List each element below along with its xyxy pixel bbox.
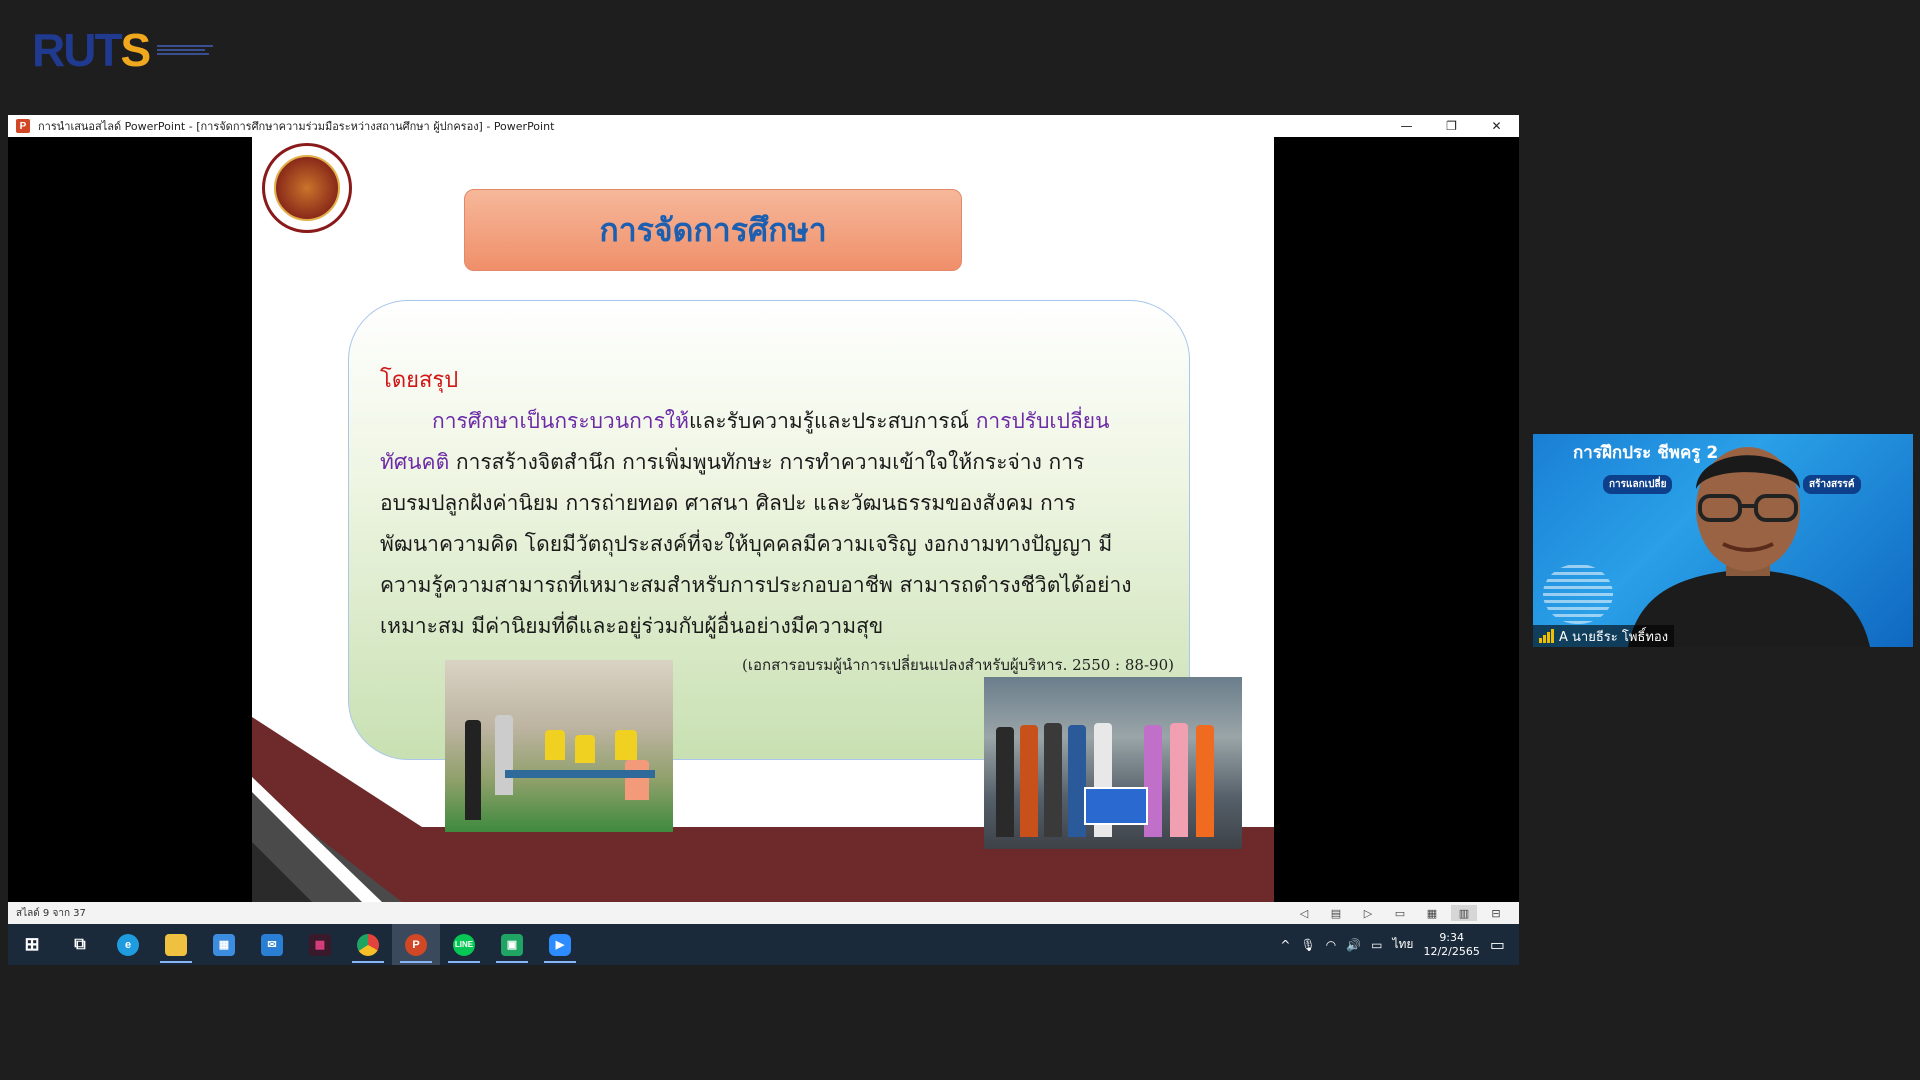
slide-title-box: การจัดการศึกษา [464, 189, 962, 271]
paragraph-line: ทัศนคติ การสร้างจิตสำนึก การเพิ่มพูนทักษ… [380, 442, 1180, 483]
workshop-group-photo [984, 677, 1242, 849]
normal-view-icon[interactable]: ▭ [1387, 905, 1413, 921]
restore-button[interactable]: ❐ [1429, 115, 1474, 137]
paragraph-line: เหมาะสม มีค่านิยมที่ดีและอยู่ร่วมกับผู้อ… [380, 614, 884, 638]
paragraph-line: ความรู้ความสามารถที่เหมาะสมสำหรับการประก… [380, 573, 1132, 597]
green-app-icon: ▣ [501, 933, 523, 956]
notes-icon[interactable]: ▤ [1323, 905, 1349, 921]
mail-icon: ✉ [261, 933, 283, 956]
signal-strength-icon [1539, 629, 1554, 643]
line-text: การสร้างจิตสำนึก การเพิ่มพูนทักษะ การทำค… [449, 450, 1085, 474]
powerpoint-icon: P [405, 933, 427, 956]
folder-icon [165, 933, 187, 956]
paragraph-line: อบรมปลูกฝังค่านิยม การถ่ายทอด ศาสนา ศิลป… [380, 491, 1076, 515]
slide-title: การจัดการศึกษา [599, 210, 827, 249]
media-app-button[interactable]: ▩ [296, 924, 344, 965]
microphone-icon[interactable]: 🎙 [1300, 938, 1315, 952]
participant-figure [1628, 447, 1870, 647]
college-seal-logo [262, 143, 352, 233]
summary-paragraph: การศึกษาเป็นกระบวนการให้และรับความรู้และ… [380, 401, 1180, 647]
presentation-slide[interactable]: การจัดการศึกษา โดยสรุป การศึกษาเป็นกระบว… [252, 137, 1274, 902]
logo-wordmark: RUTS [32, 24, 152, 76]
rutts-logo: RUTS [32, 24, 217, 76]
prev-slide-icon[interactable]: ◁ [1291, 905, 1317, 921]
powerpoint-app-icon: P [16, 119, 30, 133]
clock-date: 12/2/2565 [1423, 944, 1480, 958]
store-icon: ▦ [213, 933, 235, 956]
sorter-view-icon[interactable]: ▦ [1419, 905, 1445, 921]
line-chat-icon: LINE [453, 933, 475, 956]
powerpoint-status-bar: สไลด์ 9 จาก 37 ◁ ▤ ▷ ▭ ▦ ▥ ⊟ [8, 902, 1519, 924]
logo-part-blue: RUT [32, 24, 123, 76]
reading-view-icon[interactable]: ▥ [1451, 905, 1477, 921]
paragraph-line: การศึกษาเป็นกระบวนการให้และรับความรู้และ… [380, 401, 1180, 442]
participant-name-tag: A นายธีระ โพธิ์ทอง [1533, 625, 1675, 647]
window-controls: — ❐ ✕ [1384, 115, 1519, 137]
clock-time: 9:34 [1439, 930, 1465, 944]
powerpoint-taskbar-button[interactable]: P [392, 924, 440, 965]
battery-icon[interactable]: ▭ [1371, 938, 1382, 952]
highlight-text: ทัศนคติ [380, 450, 450, 474]
zoom-icon: ▶ [549, 933, 571, 956]
logo-tagline-graphic [157, 43, 217, 57]
task-view-button[interactable]: ⧉ [56, 924, 104, 965]
windows-logo-icon: ⊞ [24, 934, 40, 954]
notification-icon[interactable]: ▭ [1490, 935, 1505, 954]
minimize-button[interactable]: — [1384, 115, 1429, 137]
windows-taskbar: ⊞ ⧉ e ▦ ✉ ▩ P LINE ▣ ▶ ^ 🎙 ◠ 🔊 ▭ ไทย 9:3… [8, 924, 1519, 965]
mail-button[interactable]: ✉ [248, 924, 296, 965]
citation-text: (เอกสารอบรมผู้นำการเปลี่ยนแปลงสำหรับผู้บ… [742, 656, 1174, 674]
chrome-icon [357, 933, 379, 956]
summary-label: โดยสรุป [380, 368, 459, 393]
line-button[interactable]: LINE [440, 924, 488, 965]
logo-part-gold: S [120, 24, 152, 76]
zoom-button[interactable]: ▶ [536, 924, 584, 965]
participant-name: A นายธีระ โพธิ์ทอง [1559, 629, 1669, 645]
background-decoration [1543, 564, 1613, 624]
line-text: และรับความรู้และประสบการณ์ [688, 409, 976, 433]
edge-button[interactable]: e [104, 924, 152, 965]
media-app-icon: ▩ [309, 933, 331, 956]
close-button[interactable]: ✕ [1474, 115, 1519, 137]
start-button[interactable]: ⊞ [8, 924, 56, 965]
view-buttons: ◁ ▤ ▷ ▭ ▦ ▥ ⊟ [1291, 902, 1509, 924]
speaker-icon[interactable]: 🔊 [1346, 938, 1361, 952]
window-title: การนำเสนอสไลด์ PowerPoint - [การจัดการศึ… [38, 120, 555, 133]
participant-video-tile[interactable]: การฝึกประ ชีพครู 2 การแลกเปลี่ย สร้างสรร… [1533, 434, 1913, 647]
edge-icon: e [117, 933, 139, 956]
highlight-text: การศึกษาเป็นกระบวนการให้ [432, 409, 689, 433]
wifi-icon[interactable]: ◠ [1326, 938, 1336, 952]
chevron-up-icon[interactable]: ^ [1280, 938, 1290, 952]
slide-counter: สไลด์ 9 จาก 37 [16, 907, 86, 919]
store-button[interactable]: ▦ [200, 924, 248, 965]
paragraph-line: พัฒนาความคิด โดยมีวัตถุประสงค์ที่จะให้บุ… [380, 532, 1113, 556]
clock[interactable]: 9:34 12/2/2565 [1423, 931, 1479, 959]
classroom-photo [445, 660, 673, 832]
next-slide-icon[interactable]: ▷ [1355, 905, 1381, 921]
language-indicator[interactable]: ไทย [1392, 935, 1413, 954]
slideshow-icon[interactable]: ⊟ [1483, 905, 1509, 921]
task-view-icon: ⧉ [74, 935, 86, 953]
chrome-button[interactable] [344, 924, 392, 965]
powerpoint-window: P การนำเสนอสไลด์ PowerPoint - [การจัดการ… [8, 115, 1519, 965]
green-app-button[interactable]: ▣ [488, 924, 536, 965]
highlight-text: การปรับเปลี่ยน [975, 409, 1110, 433]
file-explorer-button[interactable] [152, 924, 200, 965]
window-titlebar[interactable]: P การนำเสนอสไลด์ PowerPoint - [การจัดการ… [8, 115, 1519, 137]
system-tray: ^ 🎙 ◠ 🔊 ▭ ไทย 9:34 12/2/2565 ▭ [1280, 924, 1519, 965]
